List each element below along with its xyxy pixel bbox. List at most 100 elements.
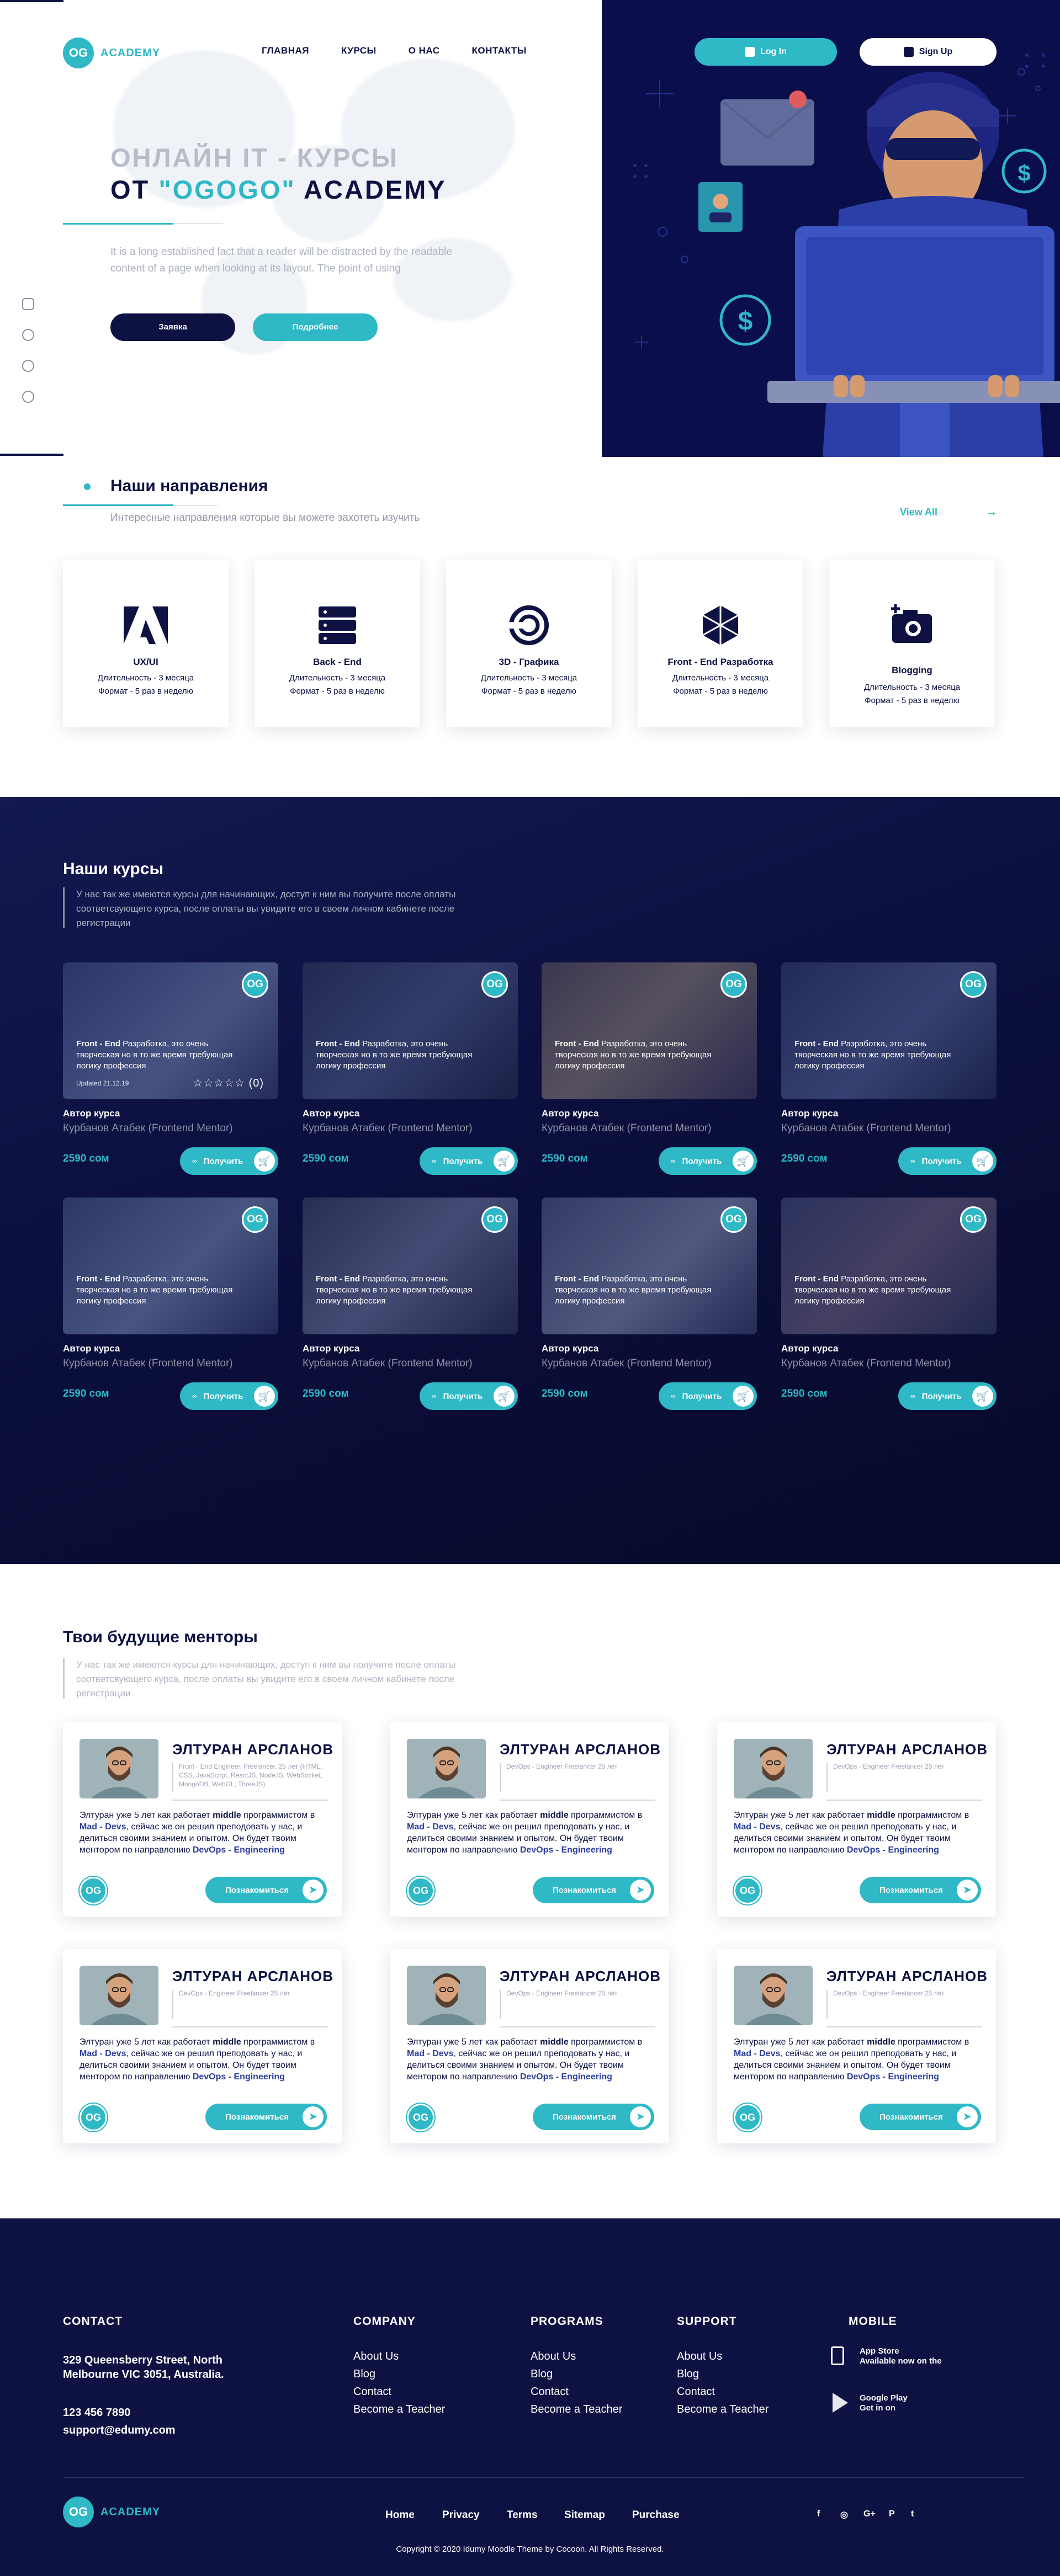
link-icon: ∞ — [671, 1157, 676, 1165]
direction-card[interactable]: UX/UI Длительность - 3 месяца Формат - 5… — [63, 560, 229, 727]
footer-nav-purchase[interactable]: Purchase — [632, 2509, 680, 2521]
more-button[interactable]: Подробнее — [253, 313, 378, 341]
get-course-button[interactable]: ∞ Получить 🛒 — [659, 1147, 757, 1175]
google-plus-icon[interactable]: G+ — [863, 2509, 876, 2519]
course-card-image[interactable]: OG Front - End Разработка, это очень тво… — [303, 962, 518, 1099]
instagram-icon[interactable]: ◎ — [840, 2509, 848, 2520]
get-course-button[interactable]: ∞ Получить 🛒 — [180, 1147, 278, 1175]
footer-support-teacher[interactable]: Become a Teacher — [677, 2401, 768, 2418]
footer-nav-terms[interactable]: Terms — [507, 2509, 538, 2521]
meet-mentor-button[interactable]: Познакомиться ➤ — [205, 1877, 327, 1903]
get-course-button[interactable]: ∞ Получить 🛒 — [180, 1382, 278, 1410]
request-button[interactable]: Заявка — [110, 313, 235, 341]
mentor-card[interactable]: ЭЛТУРАН АРСЛАНОВ DevOps - Engineer Freel… — [390, 1949, 669, 2143]
footer-company-contact[interactable]: Contact — [353, 2383, 391, 2401]
mentor-card[interactable]: ЭЛТУРАН АРСЛАНОВ DevOps - Engineer Freel… — [63, 1949, 342, 2143]
course-card-image[interactable]: OG Front - End Разработка, это очень тво… — [63, 1197, 278, 1334]
course-card-image[interactable]: OG Front - End Разработка, это очень тво… — [63, 962, 278, 1099]
meet-mentor-button[interactable]: Познакомиться ➤ — [860, 1877, 981, 1903]
hero-description: It is a long established fact that a rea… — [110, 246, 452, 274]
course-card-image[interactable]: OG Front - End Разработка, это очень тво… — [781, 962, 997, 1099]
mentor-name: ЭЛТУРАН АРСЛАНОВ — [172, 1741, 334, 1758]
direction-card[interactable]: Front - End Разработка Длительность - 3 … — [638, 560, 803, 727]
mentor-card[interactable]: ЭЛТУРАН АРСЛАНОВ DevOps - Engineer Freel… — [717, 1722, 996, 1917]
footer-programs-teacher[interactable]: Become a Teacher — [531, 2401, 622, 2418]
mentor-desc-text: Элтуран уже 5 лет как работает — [407, 1811, 540, 1820]
mentor-card[interactable]: ЭЛТУРАН АРСЛАНОВ DevOps - Engineer Freel… — [717, 1949, 996, 2143]
footer-nav-home[interactable]: Home — [385, 2509, 415, 2521]
get-course-button[interactable]: ∞ Получить 🛒 — [420, 1147, 518, 1175]
footer-company-about[interactable]: About Us — [353, 2348, 399, 2365]
direction-duration: Длительность - 3 месяца — [672, 673, 769, 683]
hero-title-line2: ОТ "OGOGO" ACADEMY — [110, 174, 447, 205]
telegram-icon[interactable] — [22, 391, 34, 403]
directions-title: Наши направления — [110, 477, 268, 495]
mentor-description: Элтуран уже 5 лет как работает middle пр… — [734, 1809, 982, 1856]
nav-item-courses[interactable]: КУРСЫ — [341, 45, 377, 56]
footer-phone[interactable]: 123 456 7890 — [63, 2405, 130, 2420]
nav-item-contacts[interactable]: КОНТАКТЫ — [472, 45, 527, 56]
course-author-label: Автор курса — [781, 1108, 839, 1119]
whatsapp-icon[interactable] — [22, 360, 34, 372]
course-card-image[interactable]: OG Front - End Разработка, это очень тво… — [781, 1197, 997, 1334]
meet-mentor-button[interactable]: Познакомиться ➤ — [533, 2104, 654, 2130]
course-mentor: Курбанов Атабек (Frontend Mentor) — [542, 1122, 712, 1134]
footer-nav-sitemap[interactable]: Sitemap — [564, 2509, 605, 2521]
footer-programs-about[interactable]: About Us — [531, 2348, 576, 2365]
footer-support-about[interactable]: About Us — [677, 2348, 722, 2365]
get-course-button[interactable]: ∞ Получить 🛒 — [898, 1382, 997, 1410]
twitter-icon[interactable]: t — [911, 2509, 914, 2519]
get-course-label: Получить — [921, 1156, 962, 1166]
meet-mentor-button[interactable]: Познакомиться ➤ — [533, 1877, 654, 1903]
google-play-line2[interactable]: Get in on — [860, 2403, 895, 2413]
nav-item-home[interactable]: ГЛАВНАЯ — [262, 45, 309, 56]
get-course-button[interactable]: ∞ Получить 🛒 — [420, 1382, 518, 1410]
footer-support-contact[interactable]: Contact — [677, 2383, 715, 2401]
mentor-desc-text: программистом в — [568, 2037, 643, 2047]
meet-mentor-button[interactable]: Познакомиться ➤ — [205, 2104, 327, 2130]
course-mentor: Курбанов Атабек (Frontend Mentor) — [781, 1358, 951, 1369]
arrow-right-icon[interactable]: → — [986, 506, 997, 519]
header-logo[interactable]: OG ACADEMY — [63, 38, 160, 68]
facebook-icon[interactable]: f — [817, 2509, 820, 2519]
course-mentor: Курбанов Атабек (Frontend Mentor) — [303, 1358, 473, 1369]
direction-card[interactable]: 3D - Графика Длительность - 3 месяца Фор… — [446, 560, 612, 727]
footer-programs-blog[interactable]: Blog — [531, 2365, 553, 2383]
get-course-button[interactable]: ∞ Получить 🛒 — [898, 1147, 997, 1175]
course-card-image[interactable]: OG Front - End Разработка, это очень тво… — [542, 962, 757, 1099]
mentor-card[interactable]: ЭЛТУРАН АРСЛАНОВ Front - End Engineer, F… — [63, 1722, 342, 1917]
course-card-image[interactable]: OG Front - End Разработка, это очень тво… — [303, 1197, 518, 1334]
facebook-icon[interactable] — [22, 329, 34, 341]
cart-icon: 🛒 — [972, 1151, 993, 1172]
course-mentor: Курбанов Атабек (Frontend Mentor) — [303, 1122, 473, 1134]
course-price: 2590 сом — [63, 1153, 109, 1164]
cart-icon: 🛒 — [494, 1386, 515, 1407]
direction-card[interactable]: Blogging Длительность - 3 месяца Формат … — [829, 560, 995, 727]
footer-programs-contact[interactable]: Contact — [531, 2383, 569, 2401]
logo-mark: OG — [63, 38, 94, 68]
footer-company-blog[interactable]: Blog — [353, 2365, 375, 2383]
direction-card[interactable]: Back - End Длительность - 3 месяца Форма… — [255, 560, 420, 727]
mentor-divider — [500, 1800, 655, 1801]
mentor-card[interactable]: ЭЛТУРАН АРСЛАНОВ DevOps - Engineer Freel… — [390, 1722, 669, 1917]
meet-mentor-button[interactable]: Познакомиться ➤ — [860, 2104, 981, 2130]
course-card-image[interactable]: OG Front - End Разработка, это очень тво… — [542, 1197, 757, 1334]
mentor-desc-company: Mad - Devs — [734, 2049, 781, 2058]
nav-item-about[interactable]: О НАС — [409, 45, 440, 56]
footer-company-teacher[interactable]: Become a Teacher — [353, 2401, 445, 2418]
get-course-button[interactable]: ∞ Получить 🛒 — [659, 1382, 757, 1410]
course-updated: Updated 21.12.19 — [76, 1079, 129, 1087]
app-store-line1[interactable]: App Store — [860, 2346, 899, 2356]
footer-nav-privacy[interactable]: Privacy — [442, 2509, 480, 2521]
view-all-link[interactable]: View All — [900, 507, 937, 518]
footer-support-blog[interactable]: Blog — [677, 2365, 699, 2383]
login-button[interactable]: Log In — [695, 38, 837, 66]
footer-email[interactable]: support@edumy.com — [63, 2423, 176, 2437]
instagram-icon[interactable] — [22, 298, 34, 310]
google-play-line1[interactable]: Google Play — [860, 2393, 908, 2403]
pinterest-icon[interactable]: P — [889, 2509, 895, 2519]
footer-logo[interactable]: OG ACADEMY — [63, 2497, 160, 2527]
mentor-desc-level: middle — [867, 2037, 895, 2047]
signup-button[interactable]: Sign Up — [860, 38, 997, 66]
app-store-line2[interactable]: Available now on the — [860, 2356, 942, 2366]
